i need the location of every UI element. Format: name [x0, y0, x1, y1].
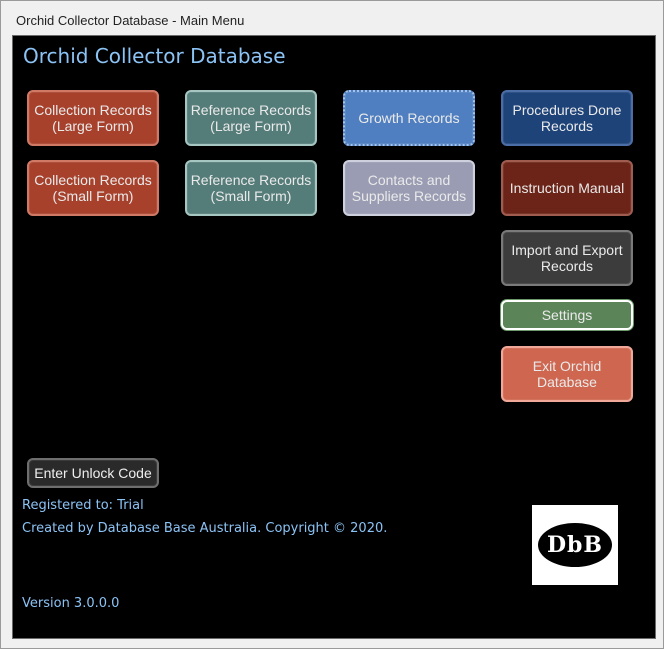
instruction-manual-button[interactable]: Instruction Manual — [501, 160, 633, 216]
import-export-records-button[interactable]: Import and Export Records — [501, 230, 633, 286]
enter-unlock-code-label: Enter Unlock Code — [34, 465, 152, 481]
contacts-suppliers-records-label: Contacts and Suppliers Records — [351, 172, 467, 204]
reference-records-large-label: Reference Records (Large Form) — [190, 102, 312, 134]
collection-records-small-label: Collection Records (Small Form) — [34, 172, 152, 204]
procedures-done-records-label: Procedures Done Records — [512, 102, 622, 134]
collection-records-large-label: Collection Records (Large Form) — [34, 102, 152, 134]
collection-records-large-button[interactable]: Collection Records (Large Form) — [27, 90, 159, 146]
exit-database-button[interactable]: Exit Orchid Database — [501, 346, 633, 402]
logo-oval: DbB — [538, 523, 612, 567]
logo-text: DbB — [546, 532, 604, 558]
registered-to-text: Registered to: Trial — [22, 498, 144, 513]
reference-records-small-label: Reference Records (Small Form) — [190, 172, 312, 204]
version-text: Version 3.0.0.0 — [22, 596, 120, 611]
dbb-logo: DbB — [532, 505, 618, 585]
settings-button[interactable]: Settings — [501, 300, 633, 330]
exit-database-label: Exit Orchid Database — [532, 358, 602, 390]
title-bar: Orchid Collector Database - Main Menu — [1, 1, 663, 35]
app-title: Orchid Collector Database — [23, 44, 286, 68]
main-menu-panel: Orchid Collector Database Collection Rec… — [12, 35, 656, 639]
enter-unlock-code-button[interactable]: Enter Unlock Code — [27, 458, 159, 488]
import-export-records-label: Import and Export Records — [511, 242, 623, 274]
reference-records-large-button[interactable]: Reference Records (Large Form) — [185, 90, 317, 146]
procedures-done-records-button[interactable]: Procedures Done Records — [501, 90, 633, 146]
settings-label: Settings — [541, 307, 593, 323]
copyright-text: Created by Database Base Australia. Copy… — [22, 521, 388, 536]
app-window: Orchid Collector Database - Main Menu Or… — [0, 0, 664, 649]
reference-records-small-button[interactable]: Reference Records (Small Form) — [185, 160, 317, 216]
collection-records-small-button[interactable]: Collection Records (Small Form) — [27, 160, 159, 216]
contacts-suppliers-records-button[interactable]: Contacts and Suppliers Records — [343, 160, 475, 216]
instruction-manual-label: Instruction Manual — [509, 180, 625, 196]
growth-records-button[interactable]: Growth Records — [343, 90, 475, 146]
window-title: Orchid Collector Database - Main Menu — [16, 13, 245, 28]
growth-records-label: Growth Records — [358, 110, 460, 126]
